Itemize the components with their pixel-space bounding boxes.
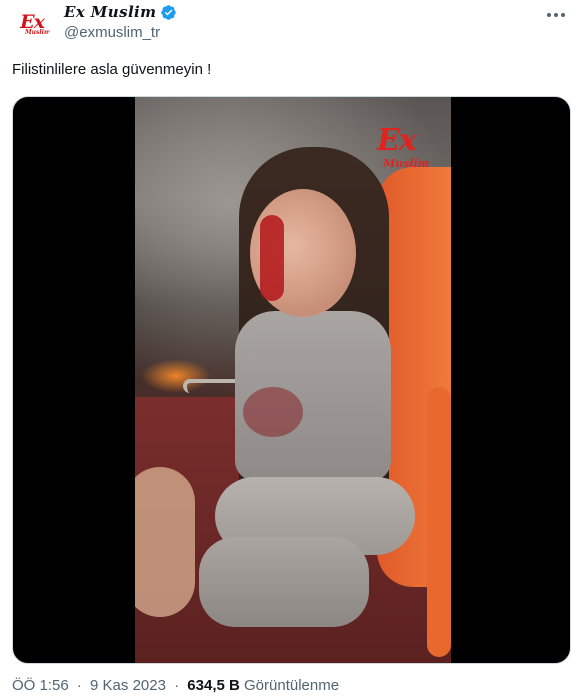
video-medic-arm [427, 387, 451, 657]
verified-badge-icon [161, 4, 177, 20]
tweet-meta: ÖÖ 1:56 · 9 Kas 2023 · 634,5 B Görüntüle… [12, 677, 339, 694]
video-hand [135, 467, 195, 617]
video-child-leg [199, 537, 369, 627]
tweet-date[interactable]: 9 Kas 2023 [90, 677, 166, 694]
avatar-logo-sub: Muslim [25, 29, 51, 36]
tweet-text: Filistinlilere asla güvenmeyin ! [12, 61, 212, 78]
views-label: Görüntülenme [244, 677, 340, 694]
meta-separator: · [174, 677, 180, 694]
more-options-icon [561, 13, 565, 17]
watermark-muslim: Muslim [383, 157, 430, 170]
meta-separator: · [76, 677, 82, 694]
watermark-ex: Ex [377, 123, 417, 158]
author-display-name[interactable]: Ex Muslim [64, 3, 156, 21]
more-options-icon [547, 13, 551, 17]
video-blood [260, 215, 284, 301]
more-options-button[interactable] [545, 6, 567, 24]
views-count: 634,5 B [187, 677, 240, 694]
author-handle[interactable]: @exmuslim_tr [64, 24, 177, 41]
tweet-header: Ex Muslim Ex Muslim @exmuslim_tr [12, 2, 571, 46]
video-shirt-stain [243, 387, 303, 437]
video-frame[interactable]: Ex Muslim [135, 97, 451, 663]
video-watermark: Ex Muslim [373, 123, 451, 175]
more-options-icon [554, 13, 558, 17]
tweet-media-video[interactable]: Ex Muslim [12, 96, 571, 664]
tweet-time[interactable]: ÖÖ 1:56 [12, 677, 69, 694]
avatar[interactable]: Ex Muslim [12, 2, 52, 42]
author-block: Ex Muslim @exmuslim_tr [64, 3, 177, 41]
